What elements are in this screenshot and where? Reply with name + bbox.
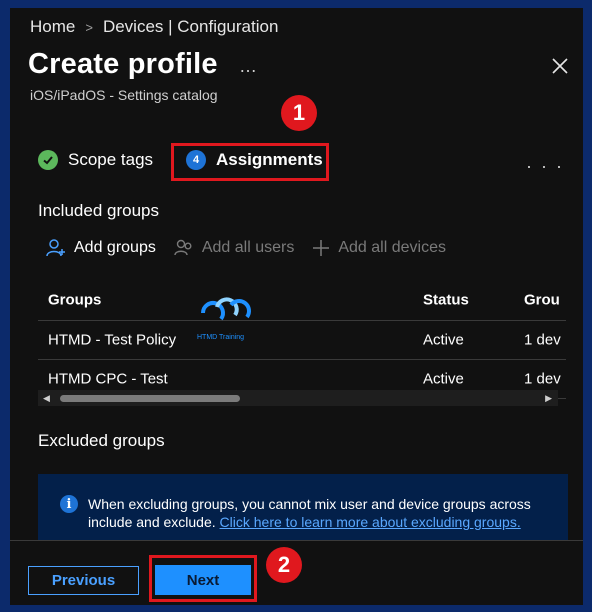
group-name: HTMD - Test Policy <box>48 331 177 349</box>
scroll-left-icon[interactable]: ◀ <box>43 393 50 404</box>
included-groups-heading: Included groups <box>38 201 159 220</box>
breadcrumb-current[interactable]: Devices | Configuration <box>103 17 278 37</box>
learn-more-link[interactable]: Click here to learn more about excluding… <box>220 514 521 530</box>
htmd-watermark-logo: HTMD Training <box>195 293 255 343</box>
included-groups-table: Groups Status Grou HTMD - Test Policy Ac… <box>38 280 566 399</box>
excluded-groups-heading: Excluded groups <box>38 431 165 450</box>
info-message: When excluding groups, you cannot mix us… <box>88 495 548 531</box>
page-subtitle: iOS/iPadOS - Settings catalog <box>30 87 218 103</box>
callout-marker-1: 1 <box>281 95 317 131</box>
create-profile-panel: Home > Devices | Configuration Create pr… <box>10 8 583 605</box>
watermark-text: HTMD Training <box>197 334 244 341</box>
next-button[interactable]: Next <box>155 565 251 595</box>
column-header-status[interactable]: Status <box>423 292 469 309</box>
info-icon: i <box>60 495 78 513</box>
plus-icon <box>313 240 330 256</box>
add-groups-button[interactable]: Add groups <box>46 238 156 258</box>
included-command-bar: Add groups Add all users Add all devices <box>46 238 446 258</box>
scroll-right-icon[interactable]: ▶ <box>545 393 552 404</box>
step-label: Scope tags <box>68 150 154 169</box>
add-all-users-button[interactable]: Add all users <box>174 238 295 258</box>
assignments-highlight <box>171 143 329 181</box>
breadcrumb-separator: > <box>85 19 93 35</box>
add-all-users-label: Add all users <box>201 239 295 256</box>
callout-marker-2: 2 <box>266 547 302 583</box>
wizard-footer: Previous Next 2 <box>10 540 583 605</box>
breadcrumb: Home > Devices | Configuration <box>30 17 278 37</box>
previous-button[interactable]: Previous <box>28 566 139 595</box>
checkmark-icon <box>38 150 58 170</box>
breadcrumb-home[interactable]: Home <box>30 17 75 37</box>
group-member-count: 1 dev <box>524 370 561 388</box>
close-icon[interactable] <box>550 56 570 76</box>
add-all-devices-label: Add all devices <box>338 239 446 256</box>
group-member-count: 1 dev <box>524 331 561 349</box>
group-status: Active <box>423 331 464 349</box>
page-title: Create profile <box>28 48 218 80</box>
add-groups-label: Add groups <box>74 239 156 256</box>
add-all-devices-button[interactable]: Add all devices <box>312 239 446 257</box>
steps-more-icon[interactable]: · · · <box>526 156 564 177</box>
table-header: Groups Status Grou <box>38 280 566 321</box>
group-status: Active <box>423 370 464 388</box>
scrollbar-thumb[interactable] <box>60 395 240 402</box>
step-scope-tags[interactable]: Scope tags <box>38 150 153 170</box>
group-name: HTMD CPC - Test <box>48 370 168 388</box>
add-user-icon <box>46 239 65 257</box>
horizontal-scrollbar[interactable]: ◀ ▶ <box>38 390 558 406</box>
column-header-groups[interactable]: Groups <box>48 292 101 309</box>
column-header-group-members[interactable]: Grou <box>524 292 560 309</box>
users-icon <box>174 239 192 256</box>
table-row[interactable]: HTMD - Test Policy Active 1 dev <box>38 321 566 360</box>
more-options-icon[interactable]: … <box>239 56 258 77</box>
